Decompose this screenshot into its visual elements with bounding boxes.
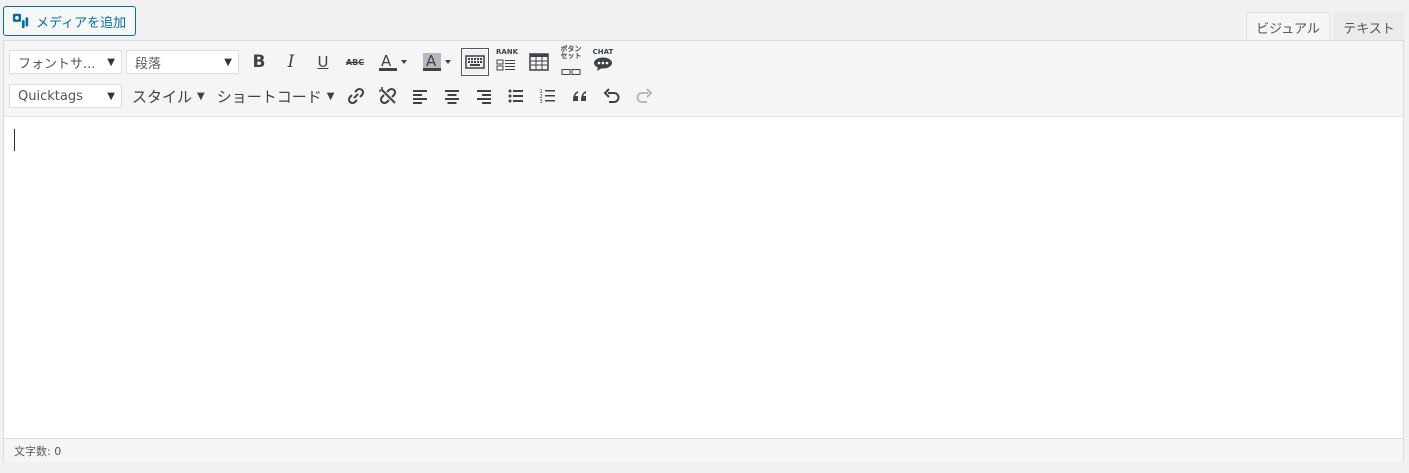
button-set-button[interactable]: ボタン セット	[557, 45, 585, 79]
editor-content-area[interactable]	[4, 118, 1403, 418]
italic-icon: I	[287, 52, 295, 72]
style-menu-button[interactable]: スタイル ▼	[126, 83, 211, 109]
shortcode-menu-button[interactable]: ショートコード ▼	[211, 83, 341, 109]
numbered-list-button[interactable]: 1 2 3	[534, 82, 562, 110]
bold-icon: B	[252, 52, 266, 72]
background-color-icon: A	[423, 52, 451, 71]
align-left-icon	[413, 90, 428, 104]
rank-label: RANK	[495, 48, 519, 56]
chat-icon: CHAT	[592, 48, 614, 75]
toolbar-row-2: Quicktags ▼ スタイル ▼ ショートコード ▼ 1 2 3	[9, 83, 660, 109]
char-count: 文字数: 0	[14, 444, 62, 458]
bulleted-list-button[interactable]	[502, 82, 530, 110]
blockquote-icon	[573, 91, 587, 101]
chevron-down-icon: ▼	[107, 90, 115, 102]
font-size-select[interactable]: フォントサ... ▼	[9, 50, 122, 74]
add-media-label: メディアを追加	[36, 15, 127, 31]
quicktags-select[interactable]: Quicktags ▼	[9, 84, 122, 108]
toolbar-row-1: フォントサ... ▼ 段落 ▼ B I U ABC A A RANK ボタン セ…	[9, 45, 619, 79]
strikethrough-button[interactable]: ABC	[341, 48, 369, 76]
align-left-button[interactable]	[406, 82, 434, 110]
editor-toolbar: フォントサ... ▼ 段落 ▼ B I U ABC A A RANK ボタン セ…	[4, 41, 1403, 117]
numbered-list-icon: 1 2 3	[540, 89, 556, 105]
tab-text[interactable]: テキスト	[1334, 12, 1404, 42]
remove-link-button[interactable]	[374, 82, 402, 110]
align-right-button[interactable]	[470, 82, 498, 110]
svg-text:A: A	[381, 52, 392, 70]
shortcode-menu-label: ショートコード	[216, 87, 322, 106]
format-select-value: 段落	[135, 56, 162, 72]
link-icon	[348, 87, 365, 105]
status-bar: 文字数: 0	[4, 438, 1403, 462]
background-color-button[interactable]: A	[417, 48, 457, 76]
font-size-select-value: フォントサ...	[18, 56, 96, 72]
bulleted-list-icon	[508, 89, 524, 103]
button-set-label-2: セット	[560, 51, 582, 60]
redo-icon	[636, 88, 653, 103]
editor-frame: フォントサ... ▼ 段落 ▼ B I U ABC A A RANK ボタン セ…	[3, 40, 1404, 462]
add-media-button[interactable]: メディアを追加	[3, 6, 136, 36]
chevron-down-icon: ▼	[326, 90, 335, 102]
button-set-icon: ボタン セット	[560, 45, 582, 79]
chevron-down-icon: ▼	[224, 56, 232, 68]
toolbar-toggle-button[interactable]	[461, 48, 489, 76]
align-center-button[interactable]	[438, 82, 466, 110]
unlink-icon	[379, 87, 397, 105]
keyboard-icon	[465, 55, 485, 69]
svg-text:A: A	[426, 52, 437, 70]
tab-visual[interactable]: ビジュアル	[1246, 12, 1330, 42]
chevron-down-icon: ▼	[197, 90, 205, 102]
rank-icon: RANK	[496, 49, 518, 75]
blockquote-button[interactable]	[566, 82, 594, 110]
undo-button[interactable]	[598, 82, 626, 110]
svg-text:3: 3	[540, 99, 543, 105]
italic-button[interactable]: I	[277, 48, 305, 76]
chat-label: CHAT	[592, 48, 614, 56]
rank-button[interactable]: RANK	[493, 48, 521, 76]
chat-button[interactable]: CHAT	[589, 48, 617, 76]
text-color-button[interactable]: A	[373, 48, 413, 76]
table-icon	[529, 53, 549, 71]
table-button[interactable]	[525, 48, 553, 76]
chevron-down-icon: ▼	[107, 56, 115, 68]
text-cursor	[14, 129, 15, 151]
insert-link-button[interactable]	[342, 82, 370, 110]
strikethrough-icon: ABC	[345, 57, 365, 67]
text-color-icon: A	[379, 52, 407, 71]
align-right-icon	[477, 90, 492, 104]
bold-button[interactable]: B	[245, 48, 273, 76]
format-select[interactable]: 段落 ▼	[126, 50, 239, 74]
media-icon	[12, 13, 29, 29]
style-menu-label: スタイル	[132, 87, 193, 106]
quicktags-select-value: Quicktags	[18, 88, 83, 104]
align-center-icon	[445, 90, 460, 104]
redo-button[interactable]	[630, 82, 658, 110]
undo-icon	[604, 88, 620, 103]
underline-button[interactable]: U	[309, 48, 337, 76]
underline-icon: U	[317, 53, 329, 71]
